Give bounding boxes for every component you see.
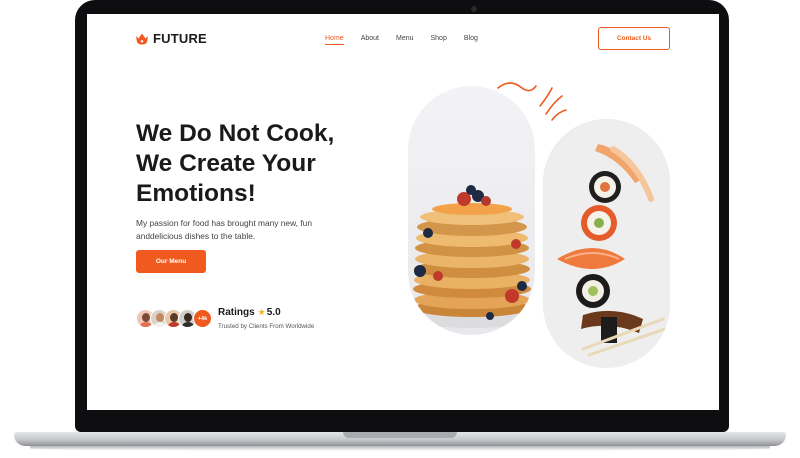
contact-us-button[interactable]: Contact Us — [598, 27, 670, 50]
hero-headline: We Do Not Cook, We Create Your Emotions! — [136, 119, 366, 209]
nav-shop[interactable]: Shop — [431, 35, 447, 42]
headline-line: We Do Not Cook, — [136, 120, 335, 147]
ratings-value: 5.0 — [266, 307, 281, 318]
ratings-label: Ratings — [218, 307, 255, 318]
flame-logo-icon — [136, 33, 148, 44]
avatar-count-badge: +4k — [193, 309, 212, 328]
brand-name: FUTURE — [153, 31, 207, 46]
star-icon: ★ — [257, 307, 266, 317]
camera-icon — [471, 6, 477, 12]
headline-line: We Create Your — [136, 150, 316, 177]
hero-subtext: My passion for food has brought many new… — [136, 217, 336, 243]
brand-logo[interactable]: FUTURE — [135, 31, 207, 46]
nav-about[interactable]: About — [361, 35, 379, 42]
laptop-shadow — [30, 446, 770, 451]
ratings-summary: Ratings ★ 5.0 — [218, 307, 281, 318]
nav-menu[interactable]: Menu — [396, 35, 414, 42]
ratings-caption: Trusted by Clients From Worldwide — [218, 323, 315, 330]
nav-blog[interactable]: Blog — [464, 35, 478, 42]
subtext-line: My passion for food has brought many new… — [136, 218, 312, 228]
main-nav: Home About Menu Shop Blog — [325, 35, 495, 45]
our-menu-button[interactable]: Our Menu — [136, 250, 206, 273]
pancake-stack-image — [408, 86, 535, 335]
sushi-rolls-image — [543, 119, 670, 368]
laptop-opening-notch — [343, 432, 457, 438]
subtext-line: anddelicious dishes to the table. — [136, 231, 256, 241]
website-screen: FUTURE Home About Menu Shop Blog Contact… — [87, 14, 719, 410]
nav-home[interactable]: Home — [325, 35, 344, 45]
headline-line: Emotions! — [136, 180, 256, 207]
